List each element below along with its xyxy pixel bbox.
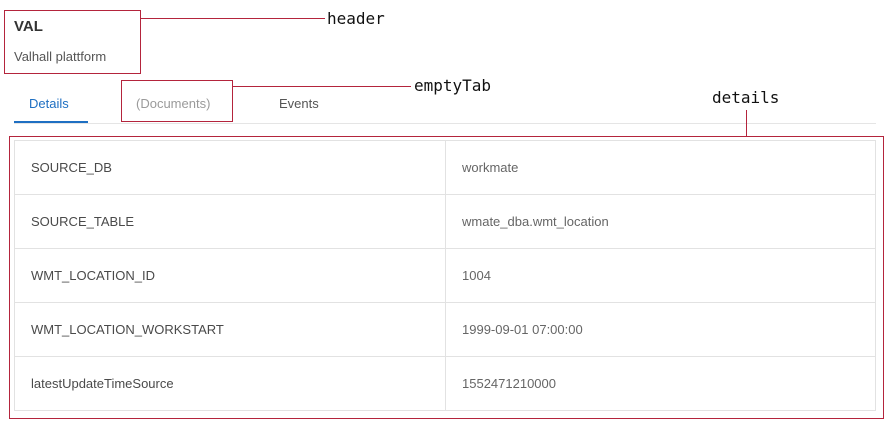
detail-key: WMT_LOCATION_ID [14, 248, 446, 303]
header-callout-line [141, 18, 325, 19]
details-table: SOURCE_DB workmate SOURCE_TABLE wmate_db… [14, 140, 876, 411]
details-callout-line [746, 110, 747, 136]
detail-value: workmate [462, 160, 519, 175]
empty-tab-callout-label: emptyTab [414, 76, 492, 95]
empty-tab-annotation-box [121, 80, 233, 122]
detail-value: wmate_dba.wmt_location [445, 194, 876, 249]
detail-value: 1552471210000 [445, 356, 876, 411]
table-row: WMT_LOCATION_ID 1004 [14, 248, 876, 303]
tab-details[interactable]: Details [29, 96, 69, 111]
detail-key: WMT_LOCATION_WORKSTART [14, 302, 446, 357]
detail-value: 1004 [445, 248, 876, 303]
table-row: WMT_LOCATION_WORKSTART 1999-09-01 07:00:… [14, 302, 876, 357]
empty-tab-callout-line [233, 86, 411, 87]
table-row: SOURCE_TABLE wmate_dba.wmt_location [14, 194, 876, 249]
details-callout-label: details [712, 88, 780, 107]
detail-key: SOURCE_DB [14, 140, 446, 195]
detail-value: 1999-09-01 07:00:00 [445, 302, 876, 357]
table-row: SOURCE_DB workmate [14, 140, 876, 195]
active-tab-indicator [14, 121, 88, 123]
detail-key: latestUpdateTimeSource [14, 356, 446, 411]
entity-title: VAL [14, 18, 43, 35]
tab-events[interactable]: Events [279, 96, 319, 111]
header-callout-label: header [327, 9, 385, 28]
detail-key: SOURCE_TABLE [14, 194, 446, 249]
entity-subtitle: Valhall plattform [14, 49, 107, 64]
table-row: latestUpdateTimeSource 1552471210000 [14, 356, 876, 411]
